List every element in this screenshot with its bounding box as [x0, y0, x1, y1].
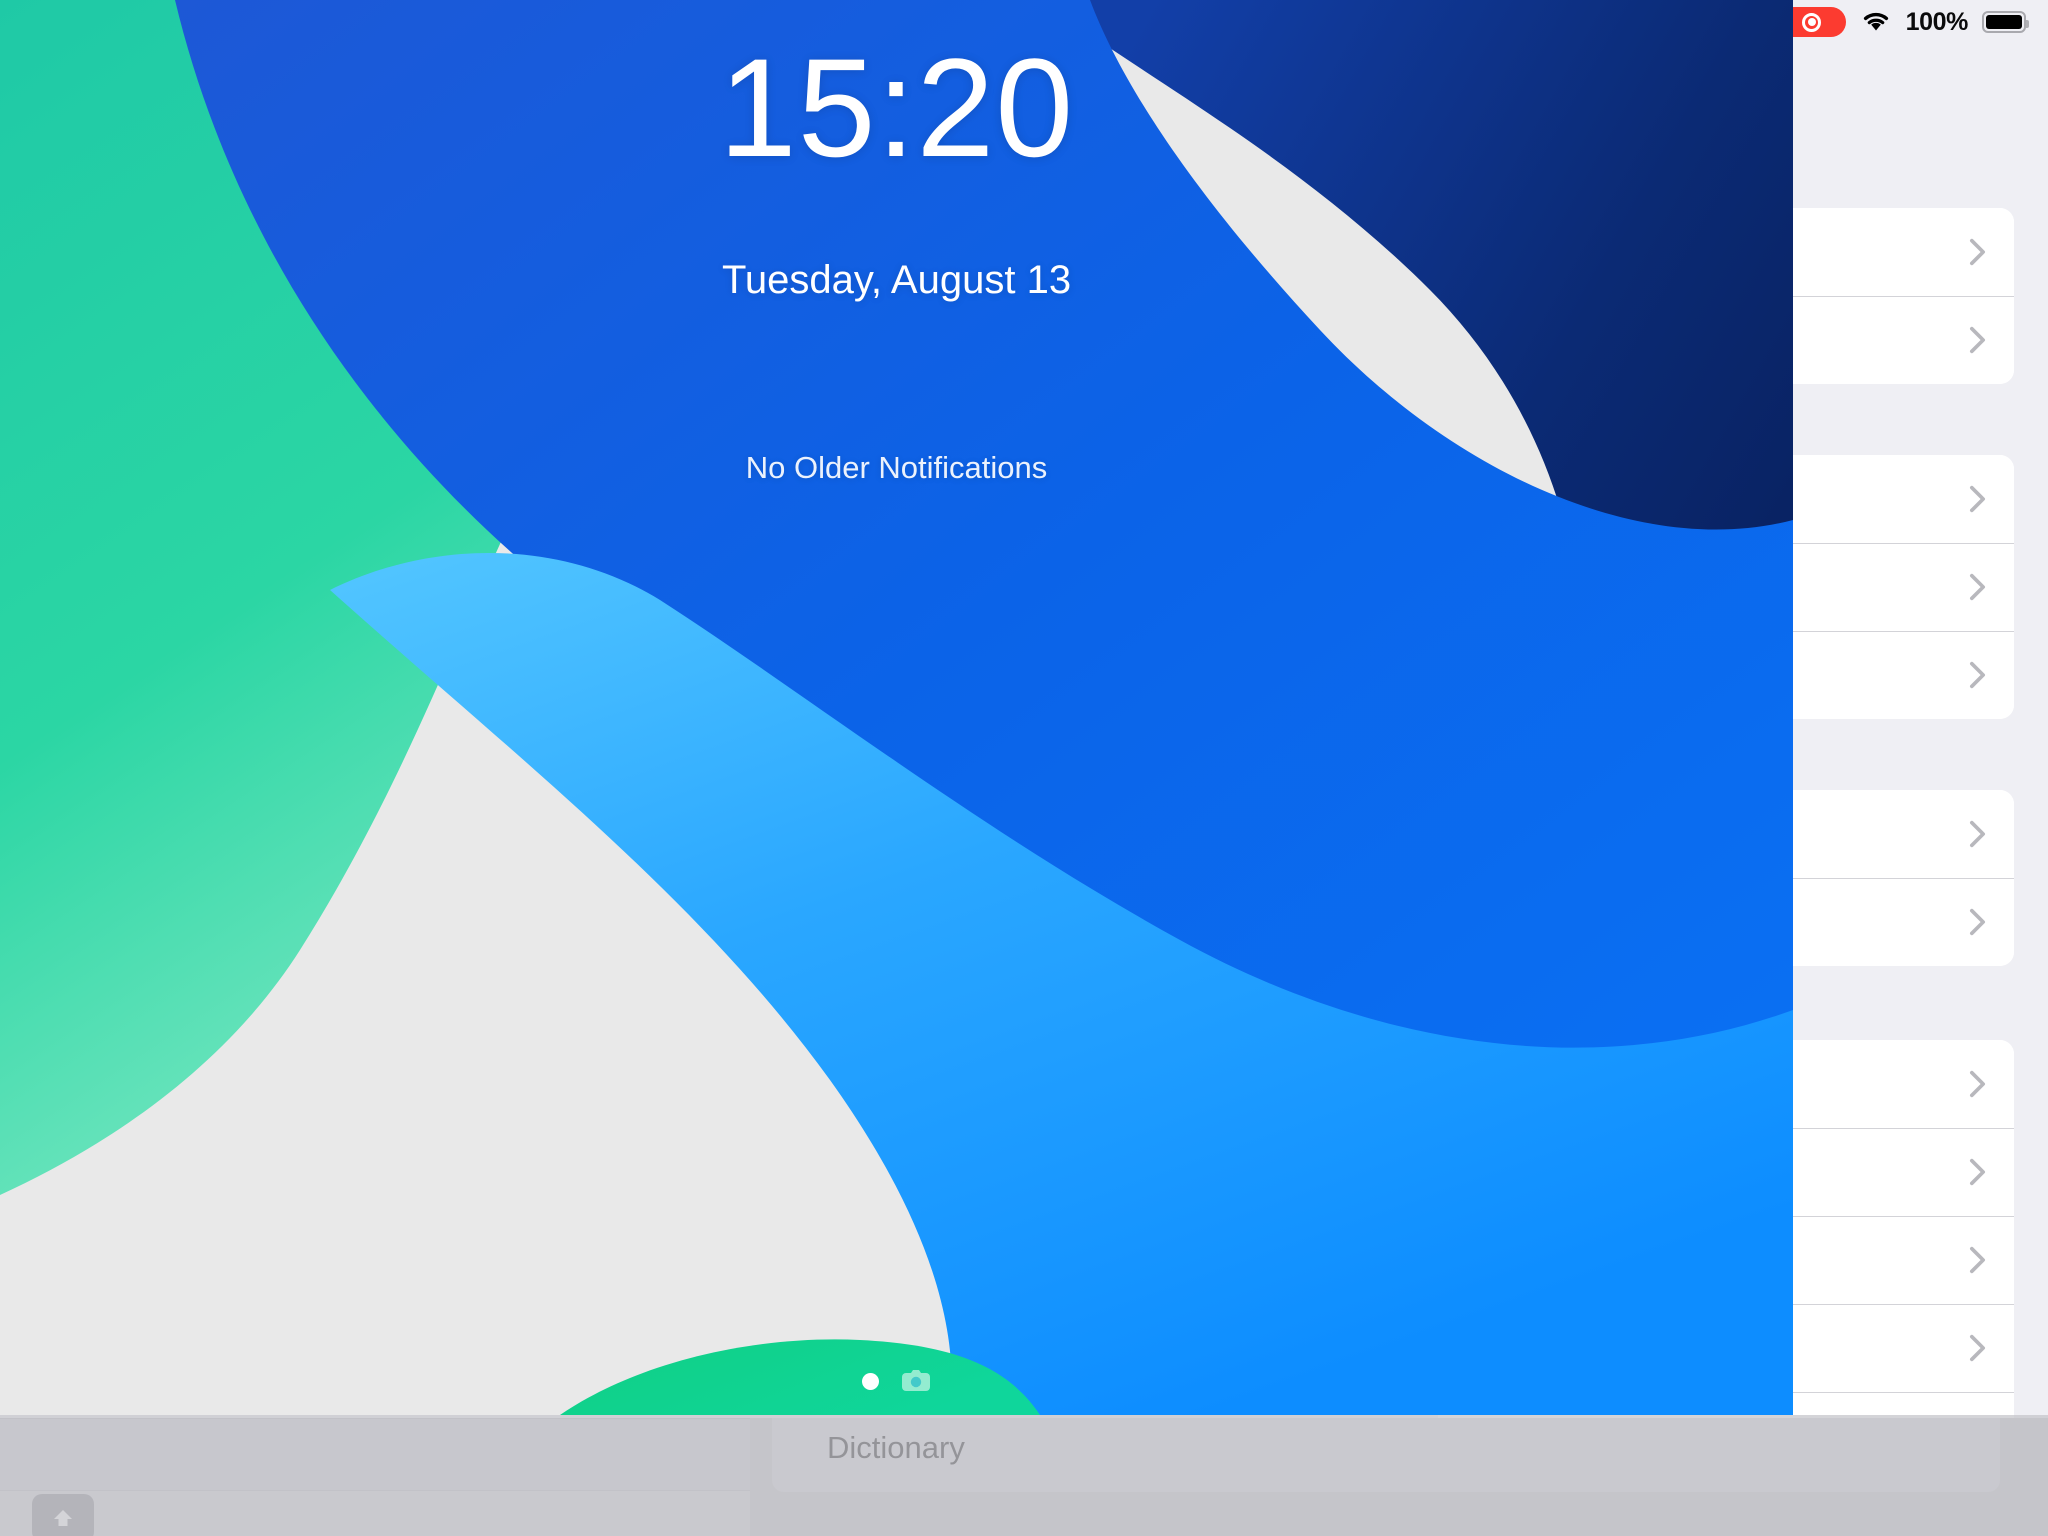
battery-cap [2026, 20, 2029, 28]
chevron-right-icon [1969, 1334, 1986, 1362]
lock-screen-date: Tuesday, August 13 [721, 258, 1072, 302]
battery-fill [1986, 15, 2022, 29]
lock-screen[interactable]: 15:20 Tuesday, August 13 No Older Notifi… [0, 0, 1793, 1415]
record-dot-icon [1807, 18, 1816, 26]
dictionary-chip[interactable]: Dictionary [772, 1418, 2000, 1492]
battery-percentage: 100% [1905, 7, 1969, 36]
chevron-right-icon [1969, 1246, 1986, 1274]
camera-icon[interactable] [901, 1369, 931, 1393]
chevron-right-icon [1969, 485, 1986, 513]
lock-screen-bottom-controls [0, 1369, 1793, 1393]
keyboard-bottom-row[interactable] [0, 1490, 750, 1536]
shift-key[interactable] [32, 1494, 94, 1536]
battery-icon [1982, 11, 2029, 33]
chevron-right-icon [1969, 238, 1986, 266]
chevron-right-icon [1969, 820, 1986, 848]
chevron-right-icon [1969, 326, 1986, 354]
chevron-right-icon [1969, 573, 1986, 601]
record-ring-icon [1802, 12, 1822, 32]
lock-screen-time: 15:20 [718, 29, 1075, 186]
chevron-right-icon [1969, 908, 1986, 936]
wifi-icon [1863, 12, 1888, 31]
chevron-right-icon [1969, 1158, 1986, 1186]
shift-icon [54, 1510, 72, 1526]
wallpaper [0, 0, 1793, 1415]
chevron-right-icon [1969, 661, 1986, 689]
page-indicator-dot[interactable] [862, 1372, 879, 1390]
dictionary-label: Dictionary [827, 1430, 965, 1465]
no-older-notifications-label: No Older Notifications [745, 450, 1048, 485]
chevron-right-icon [1969, 1070, 1986, 1098]
keyboard-area[interactable] [0, 1418, 750, 1536]
screen-root: 100% Dictionary 15:20 Tuesday, August 13… [0, 0, 2048, 1536]
dictionary-bar[interactable]: Dictionary [750, 1418, 2048, 1536]
